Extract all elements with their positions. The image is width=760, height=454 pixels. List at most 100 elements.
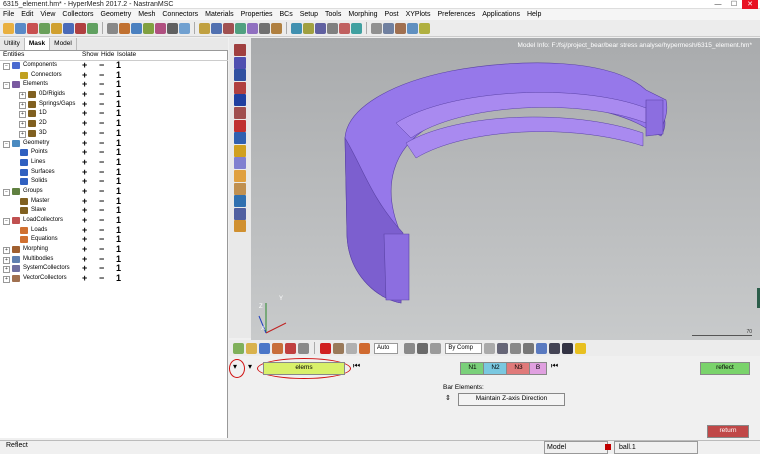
cube-icon[interactable]	[497, 342, 509, 354]
tree-row[interactable]: − LoadCollectors + −1	[0, 215, 228, 226]
tree-row[interactable]: − Components + −1	[0, 60, 228, 71]
view-tool-icon[interactable]	[234, 182, 246, 195]
tree-row[interactable]: +0D/Rigids + −1	[0, 89, 228, 100]
star-icon[interactable]	[575, 342, 587, 354]
view-tool-icon[interactable]	[234, 81, 246, 94]
view-tool-icon[interactable]	[234, 157, 246, 170]
expand-toggle-icon[interactable]: −	[3, 63, 10, 70]
menu-geometry[interactable]: Geometry	[101, 9, 132, 20]
toolbar-tool-icon[interactable]	[327, 22, 338, 34]
menu-applications[interactable]: Applications	[482, 9, 520, 20]
toolbar-tool-icon[interactable]	[63, 22, 74, 34]
toolbar-tool-icon[interactable]	[119, 22, 130, 34]
toolbar-tool-icon[interactable]	[3, 22, 14, 34]
toolbar-tool-icon[interactable]	[315, 22, 326, 34]
toolbar-tool-icon[interactable]	[167, 22, 178, 34]
maintain-z-axis-toggle[interactable]: Maintain Z-axis Direction	[458, 393, 565, 406]
tree-row[interactable]: Connectors + −1	[0, 70, 228, 81]
monitor-icon[interactable]	[562, 342, 574, 354]
toolbar-tool-icon[interactable]	[211, 22, 222, 34]
tree-row[interactable]: − Groups + −1	[0, 186, 228, 197]
n2-selector[interactable]: N2	[483, 362, 508, 375]
tab-mask[interactable]: Mask	[24, 38, 51, 50]
shade-icon[interactable]	[346, 342, 357, 354]
toolbar-tool-icon[interactable]	[39, 22, 50, 34]
tree-row[interactable]: +3D + −1	[0, 128, 228, 139]
expand-toggle-icon[interactable]: +	[19, 111, 26, 119]
line-icon[interactable]	[510, 342, 522, 354]
expand-toggle-icon[interactable]: +	[3, 247, 10, 255]
toolbar-tool-icon[interactable]	[143, 22, 154, 34]
toolbar-tool-icon[interactable]	[351, 22, 362, 34]
dropdown-arrow-icon[interactable]: ▾	[233, 362, 237, 371]
toggle-icon[interactable]: ⇕	[445, 394, 451, 402]
expand-toggle-icon[interactable]: −	[3, 218, 10, 225]
tab-model[interactable]: Model	[50, 38, 77, 50]
reflect-button[interactable]: reflect	[700, 362, 750, 375]
toolbar-tool-icon[interactable]	[51, 22, 62, 34]
minimize-button[interactable]: —	[710, 0, 726, 9]
toolbar-tool-icon[interactable]	[371, 22, 382, 34]
toolbar-tool-icon[interactable]	[235, 22, 246, 34]
menu-tools[interactable]: Tools	[325, 9, 341, 20]
isolate-control[interactable]: 1	[116, 273, 133, 284]
tree-row[interactable]: + Morphing + −1	[0, 244, 228, 255]
toolbar-tool-icon[interactable]	[179, 22, 190, 34]
tree-row[interactable]: Lines + −1	[0, 157, 228, 168]
toolbar-tool-icon[interactable]	[87, 22, 98, 34]
return-button[interactable]: return	[707, 425, 749, 438]
shape-icon[interactable]	[549, 342, 561, 354]
toolbar-tool-icon[interactable]	[131, 22, 142, 34]
reset-icon[interactable]: ⏮	[353, 361, 360, 371]
menu-connectors[interactable]: Connectors	[162, 9, 198, 20]
tree-row[interactable]: Slave + −1	[0, 206, 228, 216]
tab-utility[interactable]: Utility	[0, 38, 25, 50]
tree-row[interactable]: − Elements + −1	[0, 80, 228, 90]
view-tool-icon[interactable]	[234, 195, 246, 208]
menu-morphing[interactable]: Morphing	[348, 9, 377, 20]
toolbar-tool-icon[interactable]	[303, 22, 314, 34]
remove-icon[interactable]	[320, 342, 331, 354]
menu-collectors[interactable]: Collectors	[62, 9, 93, 20]
tree-row[interactable]: Master + −1	[0, 196, 228, 207]
toolbar-tool-icon[interactable]	[27, 22, 38, 34]
toolbar-tool-icon[interactable]	[291, 22, 302, 34]
auto-select[interactable]: Auto	[374, 342, 399, 354]
toolbar-tool-icon[interactable]	[199, 22, 210, 34]
toolbar-tool-icon[interactable]	[339, 22, 350, 34]
expand-toggle-icon[interactable]: +	[19, 92, 26, 100]
expand-toggle-icon[interactable]: +	[3, 266, 10, 274]
menu-bcs[interactable]: BCs	[279, 9, 292, 20]
line2-icon[interactable]	[523, 342, 535, 354]
comp-icon[interactable]	[233, 342, 244, 354]
view-tool-icon[interactable]	[234, 119, 246, 132]
tree-row[interactable]: + Multibodies + −1	[0, 254, 228, 265]
menu-view[interactable]: View	[40, 9, 55, 20]
toolbar-tool-icon[interactable]	[15, 22, 26, 34]
expand-toggle-icon[interactable]: −	[3, 140, 10, 148]
hide-control[interactable]: −	[99, 273, 116, 284]
plane-icon[interactable]	[536, 342, 548, 354]
toolbar-tool-icon[interactable]	[395, 22, 406, 34]
maximize-button[interactable]: ☐	[726, 0, 742, 9]
elems-dropdown-icon[interactable]: ▾	[248, 362, 252, 371]
tree-row[interactable]: + VectorCollectors + −1	[0, 273, 228, 284]
mesh-icon[interactable]	[484, 342, 496, 354]
n3-selector[interactable]: N3	[506, 362, 531, 375]
menu-xyplots[interactable]: XYPlots	[406, 9, 431, 20]
tree-row[interactable]: Surfaces + −1	[0, 167, 228, 178]
expand-toggle-icon[interactable]: +	[3, 276, 10, 284]
close-button[interactable]: ✕	[742, 0, 758, 9]
tree-row[interactable]: − Geometry + −1	[0, 138, 228, 149]
view-tool-icon[interactable]	[234, 94, 246, 107]
expand-toggle-icon[interactable]: −	[3, 188, 10, 196]
hide-icon[interactable]	[417, 342, 429, 354]
tree-row[interactable]: + SystemCollectors + −1	[0, 264, 228, 274]
expand-toggle-icon[interactable]: +	[19, 121, 26, 129]
view-icon[interactable]	[430, 342, 442, 354]
view-tool-icon[interactable]	[234, 56, 246, 69]
toolbar-tool-icon[interactable]	[259, 22, 270, 34]
tree-row[interactable]: Points + −1	[0, 147, 228, 158]
n1-selector[interactable]: N1	[460, 362, 485, 375]
expand-toggle-icon[interactable]: −	[3, 82, 10, 90]
